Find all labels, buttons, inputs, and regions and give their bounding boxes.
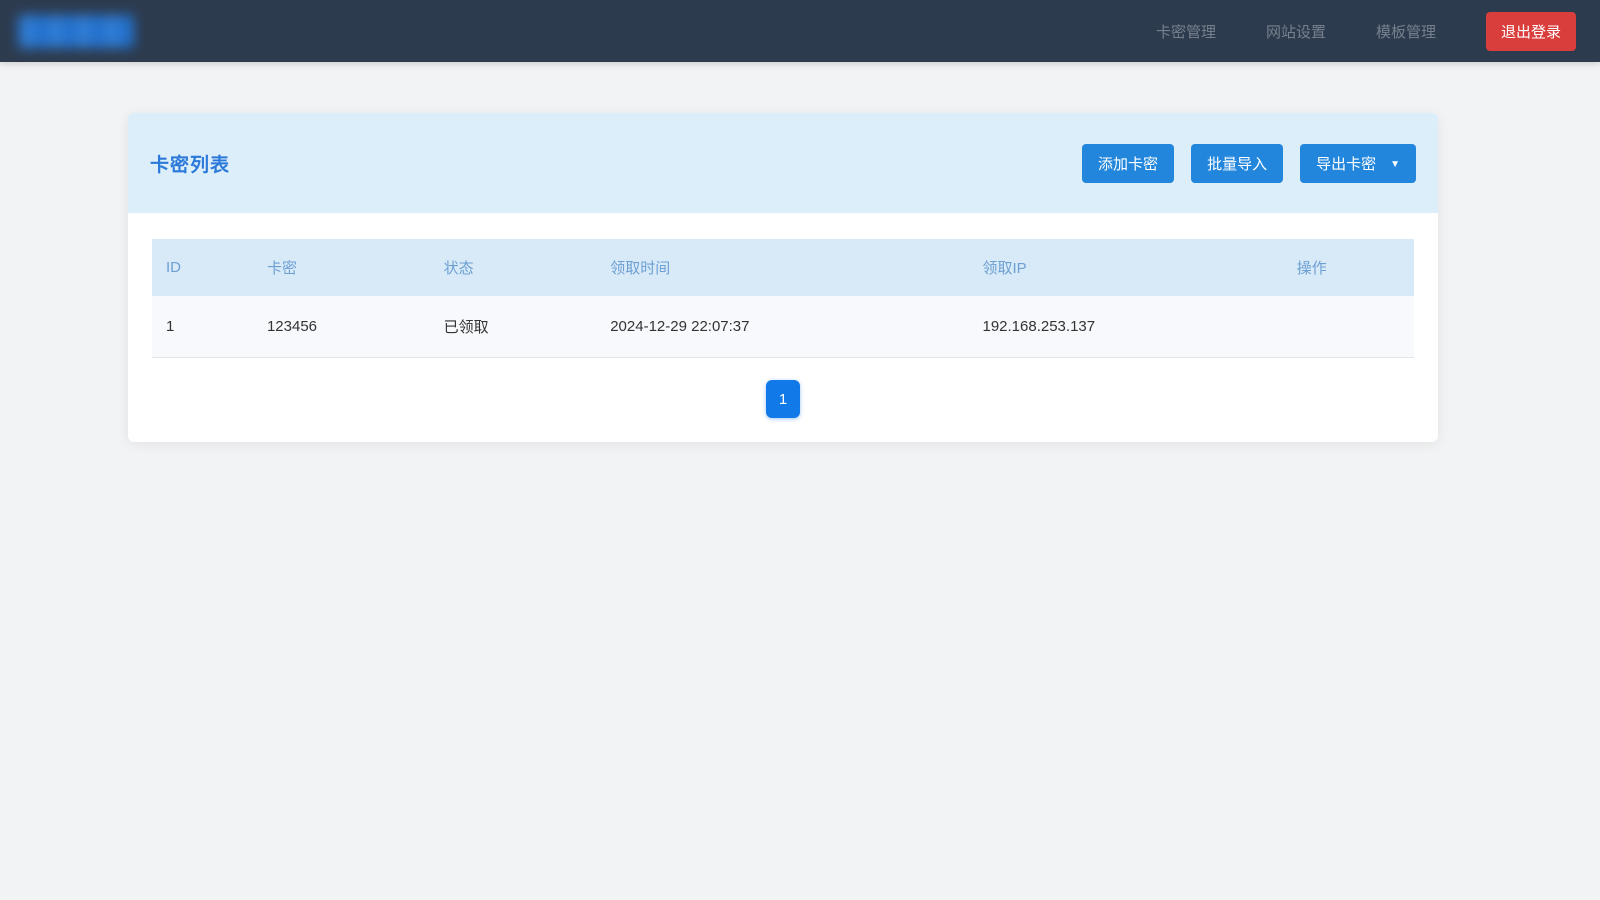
column-header-status: 状态 [430, 239, 597, 296]
table-body: 1 123456 已领取 2024-12-29 22:07:37 192.168… [152, 296, 1414, 358]
add-card-button[interactable]: 添加卡密 [1082, 144, 1174, 183]
cell-card-key: 123456 [253, 296, 430, 358]
column-header-id: ID [152, 239, 253, 296]
card-key-table: ID 卡密 状态 领取时间 领取IP 操作 1 123456 已领取 2024-… [152, 239, 1414, 358]
navbar-menu: 卡密管理 网站设置 模板管理 退出登录 [1156, 12, 1576, 51]
export-card-label: 导出卡密 [1316, 153, 1376, 174]
cell-claim-ip: 192.168.253.137 [968, 296, 1282, 358]
cell-claim-time: 2024-12-29 22:07:37 [596, 296, 968, 358]
column-header-claim-time: 领取时间 [596, 239, 968, 296]
column-header-card-key: 卡密 [253, 239, 430, 296]
panel-header: 卡密列表 添加卡密 批量导入 导出卡密 ▼ [128, 113, 1438, 213]
panel-body: ID 卡密 状态 领取时间 领取IP 操作 1 123456 已领取 2024-… [128, 213, 1438, 442]
nav-item-card-management[interactable]: 卡密管理 [1156, 21, 1216, 42]
logout-button[interactable]: 退出登录 [1486, 12, 1576, 51]
column-header-actions: 操作 [1283, 239, 1414, 296]
cell-status: 已领取 [430, 296, 597, 358]
cell-id: 1 [152, 296, 253, 358]
main-content: 卡密列表 添加卡密 批量导入 导出卡密 ▼ [0, 113, 1600, 442]
top-navbar: 卡密管理 网站设置 模板管理 退出登录 [0, 0, 1600, 62]
card-key-panel: 卡密列表 添加卡密 批量导入 导出卡密 ▼ [128, 113, 1438, 442]
column-header-claim-ip: 领取IP [968, 239, 1282, 296]
page-title: 卡密列表 [150, 150, 230, 177]
table-header: ID 卡密 状态 领取时间 领取IP 操作 [152, 239, 1414, 296]
panel-actions: 添加卡密 批量导入 导出卡密 ▼ [1082, 144, 1416, 183]
export-card-dropdown-button[interactable]: 导出卡密 ▼ [1300, 144, 1416, 183]
batch-import-button[interactable]: 批量导入 [1191, 144, 1283, 183]
cell-actions [1283, 296, 1414, 358]
app-logo[interactable] [18, 15, 134, 48]
table-row: 1 123456 已领取 2024-12-29 22:07:37 192.168… [152, 296, 1414, 358]
pagination: 1 [152, 380, 1414, 418]
nav-item-site-settings[interactable]: 网站设置 [1266, 21, 1326, 42]
pagination-page-1-button[interactable]: 1 [766, 380, 800, 418]
nav-item-template-management[interactable]: 模板管理 [1376, 21, 1436, 42]
caret-down-icon: ▼ [1390, 159, 1400, 170]
